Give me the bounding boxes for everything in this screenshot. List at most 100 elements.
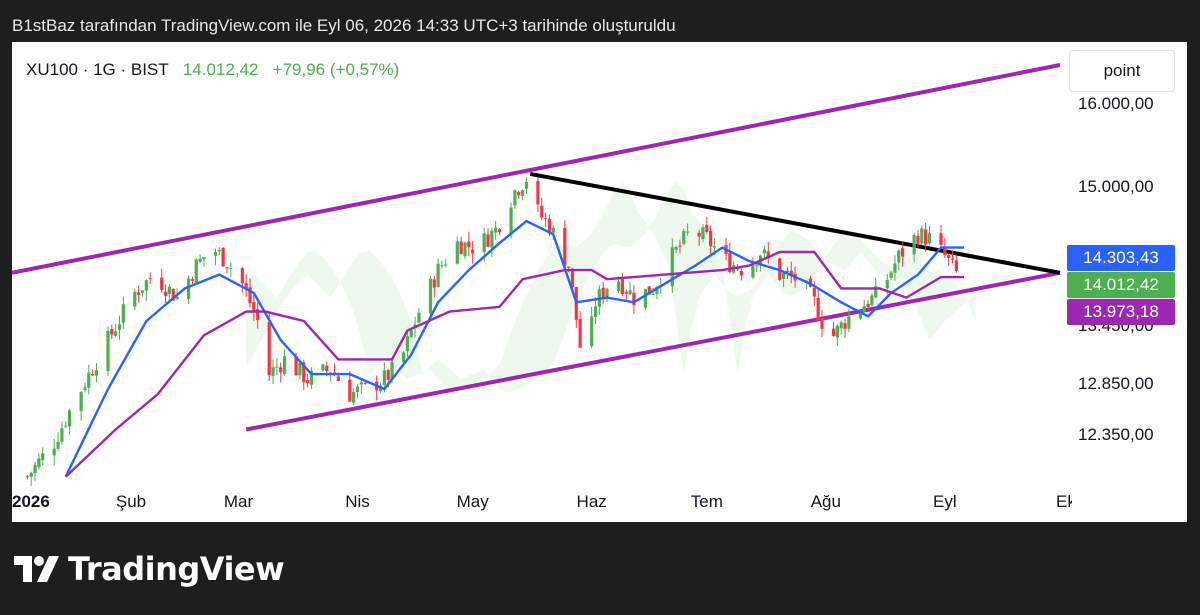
candle-body: [279, 367, 283, 373]
candle-body: [282, 356, 287, 375]
y-tick-label: 15.000,00: [1078, 176, 1154, 196]
candle-body: [593, 306, 598, 317]
candle-body: [325, 365, 329, 372]
x-tick-label: Eki: [1056, 492, 1072, 511]
candle-body: [916, 235, 920, 245]
candle-body: [401, 352, 406, 362]
candle-body: [271, 367, 275, 376]
candle-body: [252, 302, 256, 312]
candle-body: [520, 190, 525, 197]
candle-body: [831, 328, 836, 336]
symbol-legend[interactable]: XU100 · 1G · BIST 14.012,42 +79,96 (+0,5…: [26, 60, 399, 80]
candle-body: [436, 263, 440, 287]
chart-caption: B1stBaz tarafından TradingView.com ile E…: [12, 16, 676, 35]
candle-body: [697, 232, 701, 237]
candle-body: [83, 387, 87, 391]
candle-body: [409, 330, 413, 337]
candle-body: [229, 267, 233, 269]
candle-body: [298, 363, 302, 376]
candle-body: [121, 304, 125, 323]
chart-panel[interactable]: XU100 · 1G · BIST 14.012,42 +79,96 (+0,5…: [12, 42, 1187, 522]
candle-body: [912, 235, 916, 255]
candle-body: [897, 250, 901, 263]
candle-body: [348, 379, 352, 402]
x-tick-label: Haz: [576, 492, 607, 511]
candle-body: [927, 233, 932, 244]
candle-body: [91, 374, 95, 376]
candle-body: [482, 233, 486, 253]
candle-body: [444, 264, 448, 266]
y-tick-label: 12.350,00: [1078, 424, 1154, 444]
candle-body: [624, 291, 628, 294]
candle-body: [490, 230, 494, 248]
candle-body: [133, 291, 137, 307]
candle-body: [110, 329, 114, 335]
candle-body: [540, 205, 544, 218]
price-change-value: +79,96 (+0,57%): [272, 60, 400, 79]
base-line-badge: 13.973,18: [1067, 299, 1175, 325]
x-tick-label: May: [456, 492, 489, 511]
candle-body: [221, 247, 225, 267]
candle-body: [605, 288, 609, 298]
candle-body: [816, 297, 820, 320]
candle-body: [217, 249, 221, 252]
candle-body: [524, 181, 529, 189]
candle-body: [712, 246, 717, 248]
candle-body: [167, 286, 171, 294]
candle-body: [41, 453, 45, 461]
candle-body: [950, 258, 955, 260]
candle-body: [148, 278, 152, 280]
candle-body: [471, 249, 475, 254]
candle-body: [363, 382, 367, 384]
candle-body: [643, 288, 648, 308]
candle-body: [56, 441, 60, 449]
candle-body: [839, 322, 843, 329]
x-tick-label: Eyl: [933, 492, 957, 511]
candle-body: [862, 306, 866, 313]
last-price-badge: 14.012,42: [1067, 272, 1175, 298]
candle-body: [37, 458, 41, 467]
candle-body: [820, 318, 824, 329]
candle-body: [428, 278, 433, 314]
candle-body: [812, 287, 816, 297]
candle-body: [509, 207, 513, 234]
candle-body: [513, 190, 517, 206]
candle-body: [336, 376, 340, 381]
candle-body: [563, 227, 567, 266]
candle-body: [213, 251, 218, 256]
candle-body: [889, 272, 893, 278]
candle-body: [536, 181, 540, 205]
candle-body: [578, 318, 582, 348]
conversion-line-badge: 14.303,43: [1067, 245, 1175, 271]
candle-body: [79, 392, 83, 412]
candle-body: [620, 279, 624, 294]
candle-body: [567, 266, 571, 268]
candle-body: [762, 249, 767, 254]
candle-body: [117, 324, 122, 330]
last-price-value: 14.012,42: [182, 60, 259, 79]
candle-body: [114, 331, 118, 336]
candle-body: [64, 425, 68, 427]
symbol-name[interactable]: XU100 · 1G · BIST: [26, 60, 169, 79]
candle-body: [67, 410, 72, 427]
y-tick-label: 16.000,00: [1078, 94, 1154, 114]
price-scale-mode-button[interactable]: point: [1069, 50, 1175, 92]
candle-body: [305, 380, 310, 384]
tradingview-logo: TradingView: [14, 550, 285, 588]
price-chart[interactable]: [12, 42, 1187, 522]
candle-body: [52, 448, 56, 456]
candle-body: [94, 370, 99, 376]
candle-body: [682, 230, 686, 244]
candle-body: [739, 271, 743, 276]
candle-body: [601, 287, 605, 298]
candle-body: [240, 268, 244, 284]
candle-body: [751, 264, 755, 278]
candle-body: [359, 382, 363, 385]
candle-body: [847, 316, 851, 329]
candle-body: [198, 258, 202, 262]
candle-body: [651, 293, 655, 295]
candle-body: [455, 241, 459, 264]
candle-body: [440, 265, 444, 267]
candle-body: [705, 224, 709, 232]
x-tick-label: 2026: [12, 492, 50, 511]
